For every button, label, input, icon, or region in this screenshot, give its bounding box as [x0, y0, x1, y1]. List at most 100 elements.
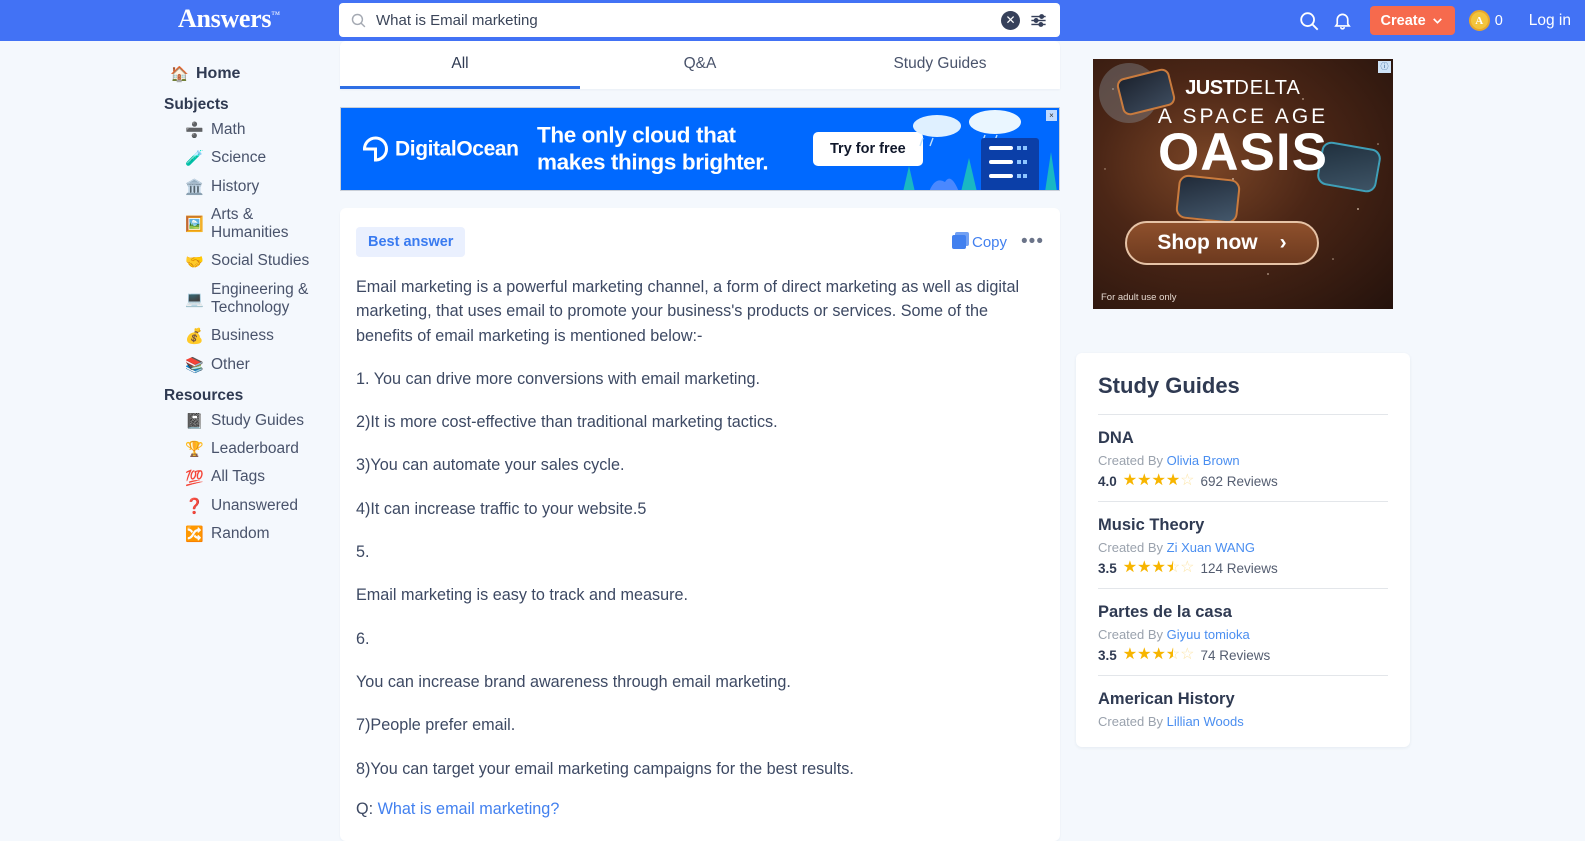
digitalocean-logo: DigitalOcean	[363, 136, 519, 162]
clear-search-icon[interactable]: ✕	[1001, 10, 1020, 30]
ad-choices-icon[interactable]: ⓘ	[1378, 61, 1391, 73]
study-guide-name[interactable]: DNA	[1098, 429, 1388, 448]
home-icon: 🏠	[170, 66, 189, 83]
banner-ad-copy: The only cloud that makes things brighte…	[537, 122, 769, 177]
logo-text: Answers	[178, 4, 272, 33]
tab-q-a[interactable]: Q&A	[580, 41, 820, 89]
sidebar-item-random[interactable]: 🔀 Random	[185, 520, 325, 548]
sidebar-item-label: Science	[211, 149, 267, 167]
sidebar-item-label: All Tags	[211, 468, 265, 486]
study-guide-author: Created By Giyuu tomioka	[1098, 627, 1250, 642]
answer-paragraph: You can increase brand awareness through…	[356, 672, 791, 691]
sidebar-item-math[interactable]: ➗ Math	[185, 116, 325, 144]
tab-all[interactable]: All	[340, 41, 580, 89]
question-prefix: Q:	[356, 799, 378, 818]
star-rating-icon: ☆☆☆☆☆ ★★★★★	[1122, 559, 1195, 576]
rating-row: 4.0 ☆☆☆☆☆ ★★★★★ 692 Reviews	[1098, 473, 1388, 489]
search-toggle-icon[interactable]	[1292, 4, 1326, 38]
answer-paragraph: 4)It can increase traffic to your websit…	[356, 499, 647, 518]
sidebar-item-all-tags[interactable]: 💯 All Tags	[185, 463, 325, 491]
best-answer-badge: Best answer	[356, 227, 466, 257]
tab-label: Study Guides	[893, 54, 987, 72]
points-balance[interactable]: A 0	[1468, 10, 1503, 31]
digitalocean-banner-ad[interactable]: DigitalOcean The only cloud that makes t…	[340, 107, 1060, 191]
create-button[interactable]: Create	[1369, 6, 1455, 35]
shop-now-button[interactable]: Shop now ›	[1125, 221, 1319, 265]
content-tabs: All Q&A Study Guides	[340, 41, 1060, 89]
sidebar-item-label: History	[211, 177, 260, 195]
main-column: All Q&A Study Guides DigitalOcean The on…	[340, 41, 1060, 841]
notifications-bell-icon[interactable]	[1326, 4, 1360, 38]
related-question-link[interactable]: What is email marketing?	[378, 800, 560, 818]
sidebar-item-history[interactable]: 🏛️ History	[185, 173, 325, 201]
sidebar-item-social-studies[interactable]: 🤝 Social Studies	[185, 247, 325, 275]
login-link[interactable]: Log in	[1529, 12, 1571, 30]
study-guide-item[interactable]: DNA Created By Olivia Brown 4.0 ☆☆☆☆☆ ★★…	[1098, 414, 1388, 501]
copy-button[interactable]: Copy	[952, 232, 1008, 251]
study-guide-item[interactable]: Partes de la casa Created By Giyuu tomio…	[1098, 588, 1388, 675]
sidebar-item-study-guides[interactable]: 📓 Study Guides	[185, 407, 325, 435]
sidebar-item-arts-humanities[interactable]: 🖼️ Arts & Humanities	[185, 201, 325, 248]
study-guide-name[interactable]: Partes de la casa	[1098, 603, 1388, 622]
rating-row: 3.5 ☆☆☆☆☆ ★★★★★ 74 Reviews	[1098, 647, 1388, 663]
chevron-right-icon: ›	[1279, 231, 1287, 254]
sidebar-item-engineering-technology[interactable]: 💻 Engineering & Technology	[185, 276, 325, 323]
answer-paragraph: Email marketing is a powerful marketing …	[356, 278, 1020, 345]
clear-glyph: ✕	[1005, 13, 1016, 27]
subject-icon: ➗	[185, 122, 204, 140]
answer-paragraph: 3)You can automate your sales cycle.	[356, 456, 625, 475]
sidebar-item-home[interactable]: 🏠 Home	[170, 60, 340, 88]
answer-card: Best answer Copy ••• Email marketing is …	[340, 208, 1060, 841]
sidebar-item-unanswered[interactable]: ❓ Unanswered	[185, 492, 325, 520]
header-actions: Create A 0 Log in	[1292, 0, 1585, 41]
author-link[interactable]: Lillian Woods	[1167, 714, 1244, 729]
rating-row: 3.5 ☆☆☆☆☆ ★★★★★ 124 Reviews	[1098, 560, 1388, 576]
ad-legal-text: For adult use only	[1101, 292, 1177, 303]
study-guide-name[interactable]: American History	[1098, 690, 1388, 709]
banner-ad-close-icon[interactable]: ×	[1046, 110, 1057, 121]
study-guide-item[interactable]: American History Created By Lillian Wood…	[1098, 675, 1388, 741]
subject-icon: 📚	[185, 356, 204, 374]
rating-score: 3.5	[1098, 560, 1117, 576]
search-input[interactable]	[376, 11, 1001, 29]
site-logo[interactable]: Answers™	[178, 4, 280, 34]
brand-bold: JUST	[1185, 77, 1235, 99]
study-guide-item[interactable]: Music Theory Created By Zi Xuan WANG 3.5…	[1098, 501, 1388, 588]
sidebar-item-leaderboard[interactable]: 🏆 Leaderboard	[185, 435, 325, 463]
sidebar-item-label: Leaderboard	[211, 440, 299, 458]
author-link[interactable]: Zi Xuan WANG	[1167, 540, 1255, 555]
sidebar-item-other[interactable]: 📚 Other	[185, 351, 325, 379]
sidebar-item-science[interactable]: 🧪 Science	[185, 144, 325, 172]
copy-icon	[952, 232, 969, 249]
answer-paragraph: 7)People prefer email.	[356, 716, 516, 735]
filter-icon[interactable]	[1029, 11, 1048, 30]
resource-icon: 💯	[185, 469, 204, 487]
author-link[interactable]: Olivia Brown	[1167, 453, 1240, 468]
answer-paragraph: 6.	[356, 629, 370, 648]
top-header: Answers™ ✕ Creat	[0, 0, 1585, 41]
brand-thin: DELTA	[1234, 77, 1301, 99]
coin-count: 0	[1494, 12, 1503, 29]
tab-study-guides[interactable]: Study Guides	[820, 41, 1060, 89]
justdelta-square-ad[interactable]: JUSTDELTA A SPACE AGE OASIS Shop now › F…	[1093, 59, 1393, 309]
subject-icon: 💻	[185, 290, 204, 308]
digitalocean-mark-icon	[363, 136, 388, 162]
author-link[interactable]: Giyuu tomioka	[1167, 627, 1250, 642]
search-bar[interactable]: ✕	[339, 3, 1060, 37]
sidebar-item-label: Math	[211, 121, 246, 138]
banner-ad-line1: The only cloud that	[537, 122, 736, 148]
resource-icon: 🏆	[185, 441, 204, 459]
copy-label: Copy	[972, 233, 1008, 251]
sidebar-item-business[interactable]: 💰 Business	[185, 322, 325, 350]
answer-paragraph: 8)You can target your email marketing ca…	[356, 759, 854, 778]
tab-label: All	[451, 54, 469, 72]
subject-icon: 💰	[185, 328, 204, 346]
rating-score: 4.0	[1098, 473, 1117, 489]
resource-icon: 📓	[185, 412, 204, 430]
study-guide-author: Created By Lillian Woods	[1098, 714, 1244, 729]
more-options-icon[interactable]: •••	[1021, 232, 1044, 252]
star-rating-icon: ☆☆☆☆☆ ★★★★★	[1122, 472, 1195, 489]
study-guide-name[interactable]: Music Theory	[1098, 516, 1388, 535]
digitalocean-brand-text: DigitalOcean	[395, 137, 519, 160]
study-guides-list: DNA Created By Olivia Brown 4.0 ☆☆☆☆☆ ★★…	[1098, 414, 1388, 741]
